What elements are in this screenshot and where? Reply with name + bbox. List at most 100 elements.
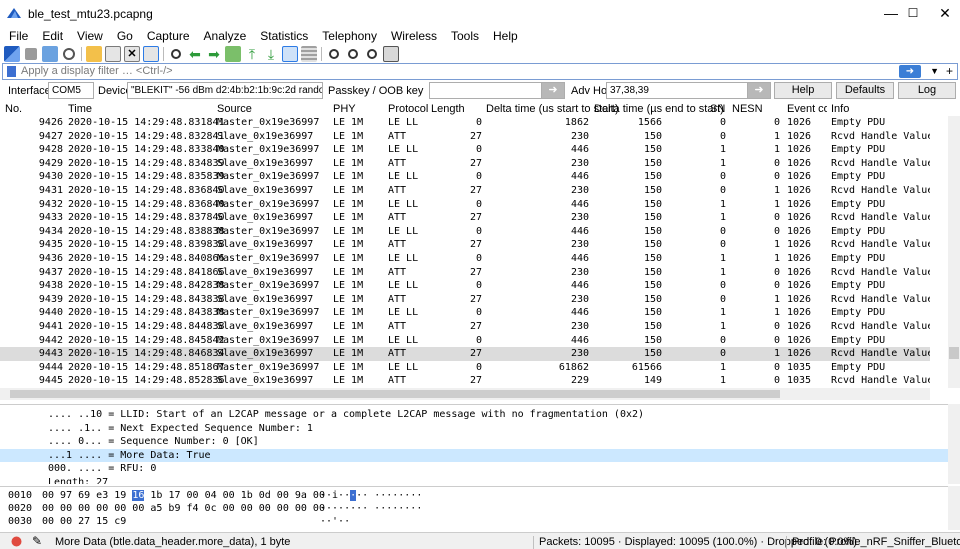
packet-row[interactable]: 9445 2020-10-15 14:29:48.852836 Slave_0x19… [0, 374, 930, 388]
log-button[interactable]: Log [898, 82, 956, 99]
column-header-event-counter[interactable]: Event cour [787, 103, 827, 115]
packet-row[interactable]: 9442 2020-10-15 14:29:48.845842 Master_0x1… [0, 334, 930, 348]
hex-offset[interactable]: 0030 [8, 515, 32, 528]
colorize-icon[interactable] [301, 46, 317, 62]
packet-row[interactable]: 9427 2020-10-15 14:29:48.832841 Slave_0x19… [0, 130, 930, 144]
column-header-sn[interactable]: SN [710, 103, 725, 115]
status-profile[interactable]: Profile: Profile_nRF_Sniffer_Bluetooth_L… [792, 536, 960, 548]
menu-edit[interactable]: Edit [35, 27, 70, 45]
add-filter-icon[interactable]: + [946, 64, 953, 79]
last-packet-icon[interactable]: ⤓ [263, 46, 279, 62]
set-adv-hop-button[interactable]: ➜ [747, 82, 771, 99]
defaults-button[interactable]: Defaults [836, 82, 894, 99]
hex-bytes[interactable]: 00 97 69 e3 19 16 1b 17 00 04 00 1b 0d 0… [42, 489, 325, 502]
packet-row[interactable]: 9438 2020-10-15 14:29:48.842838 Master_0x1… [0, 279, 930, 293]
column-header-protocol[interactable]: Protocol [388, 103, 428, 115]
menu-view[interactable]: View [70, 27, 110, 45]
zoom-in-icon[interactable] [329, 49, 339, 59]
packet-row[interactable]: 9444 2020-10-15 14:29:48.851867 Master_0x1… [0, 361, 930, 375]
packet-row[interactable]: 9436 2020-10-15 14:29:48.840866 Master_0x1… [0, 252, 930, 266]
packet-row[interactable]: 9429 2020-10-15 14:29:48.834839 Slave_0x19… [0, 157, 930, 171]
menu-wireless[interactable]: Wireless [384, 27, 444, 45]
menu-go[interactable]: Go [110, 27, 140, 45]
open-file-icon[interactable] [86, 46, 102, 62]
detail-line[interactable]: ...1 .... = More Data: True [0, 448, 948, 462]
packet-row[interactable]: 9435 2020-10-15 14:29:48.839838 Slave_0x19… [0, 238, 930, 252]
hex-bytes-post[interactable]: 1b 17 00 04 00 1b 0d 00 9a 00 [144, 490, 325, 501]
hex-bytes[interactable]: 00 00 27 15 c9 [42, 515, 126, 528]
save-file-icon[interactable] [105, 46, 121, 62]
reload-file-icon[interactable] [143, 46, 159, 62]
detail-line[interactable]: Length: 27 [0, 476, 948, 485]
interface-select[interactable]: COM5 [48, 82, 94, 99]
close-button[interactable]: ✕ [922, 0, 960, 27]
bytes-scrollbar[interactable] [948, 486, 960, 530]
column-header-nesn[interactable]: NESN [732, 103, 763, 115]
edit-comment-icon[interactable]: ✎ [32, 534, 42, 548]
detail-line[interactable]: .... ..10 = LLID: Start of an L2CAP mess… [0, 408, 948, 422]
column-header-info[interactable]: Info [831, 103, 849, 115]
column-header-phy[interactable]: PHY [333, 103, 356, 115]
packet-row[interactable]: 9434 2020-10-15 14:29:48.838838 Master_0x1… [0, 225, 930, 239]
column-header-source[interactable]: Source [217, 103, 252, 115]
hex-bytes[interactable]: 00 00 00 00 00 00 a5 b9 f4 0c 00 00 00 0… [42, 502, 325, 515]
column-header-length[interactable]: Length [431, 103, 465, 115]
column-header-no[interactable]: No. [5, 103, 22, 115]
capture-options-icon[interactable] [63, 48, 75, 60]
display-filter-input[interactable]: Apply a display filter … <Ctrl-/> [21, 65, 173, 77]
hex-bytes-pre[interactable]: 00 00 27 15 c9 [42, 516, 126, 527]
packet-row[interactable]: 9428 2020-10-15 14:29:48.833840 Master_0x1… [0, 143, 930, 157]
hex-offset[interactable]: 0020 [8, 502, 32, 515]
packet-row[interactable]: 9441 2020-10-15 14:29:48.844838 Slave_0x19… [0, 320, 930, 334]
packet-row[interactable]: 9437 2020-10-15 14:29:48.841866 Slave_0x19… [0, 266, 930, 280]
column-header-time[interactable]: Time [68, 103, 92, 115]
help-button[interactable]: Help [774, 82, 832, 99]
chevron-down-icon[interactable]: ▼ [930, 64, 939, 79]
menu-help[interactable]: Help [486, 27, 525, 45]
menu-statistics[interactable]: Statistics [253, 27, 315, 45]
menu-telephony[interactable]: Telephony [315, 27, 384, 45]
column-header-delta-end[interactable]: Delta time (µs end to start) [594, 103, 724, 115]
start-capture-icon[interactable] [4, 46, 20, 62]
set-passkey-button[interactable]: ➜ [541, 82, 565, 99]
ascii-pre[interactable]: ··i·· [320, 490, 350, 501]
hex-byte-selected[interactable]: 16 [132, 490, 145, 501]
packet-row[interactable]: 9432 2020-10-15 14:29:48.836840 Master_0x1… [0, 198, 930, 212]
ascii-pre[interactable]: ··'·· [320, 516, 350, 527]
autoscroll-icon[interactable] [282, 46, 298, 62]
menu-file[interactable]: File [0, 27, 35, 45]
go-forward-icon[interactable]: ➡ [206, 46, 222, 62]
detail-line[interactable]: .... .1.. = Next Expected Sequence Numbe… [0, 422, 948, 436]
packet-row[interactable]: 9443 2020-10-15 14:29:48.846834 Slave_0x19… [0, 347, 930, 361]
hex-ascii[interactable]: ··i····· ········ [320, 489, 422, 502]
resize-columns-icon[interactable] [383, 46, 399, 62]
hex-bytes-pre[interactable]: 00 97 69 e3 19 [42, 490, 132, 501]
menu-capture[interactable]: Capture [140, 27, 197, 45]
packet-row[interactable]: 9426 2020-10-15 14:29:48.831841 Master_0x1… [0, 116, 930, 130]
packet-row[interactable]: 9430 2020-10-15 14:29:48.835839 Master_0x1… [0, 170, 930, 184]
packet-list-hscroll-thumb[interactable] [10, 390, 780, 398]
packet-row[interactable]: 9439 2020-10-15 14:29:48.843838 Slave_0x19… [0, 293, 930, 307]
ascii-post[interactable]: ·· ········ [356, 490, 422, 501]
find-packet-icon[interactable] [171, 49, 181, 59]
go-back-icon[interactable]: ⬅ [187, 46, 203, 62]
hex-bytes-pre[interactable]: 00 00 00 00 00 00 a5 b9 f4 0c 00 00 00 0… [42, 503, 325, 514]
details-scrollbar[interactable] [948, 404, 960, 484]
ascii-pre[interactable]: ········ ········ [320, 503, 422, 514]
restart-capture-icon[interactable] [42, 46, 58, 62]
hex-offset[interactable]: 0010 [8, 489, 32, 502]
menu-analyze[interactable]: Analyze [197, 27, 254, 45]
hex-ascii[interactable]: ··'·· [320, 515, 350, 528]
bookmark-icon[interactable] [7, 66, 16, 77]
display-filter-bar[interactable]: Apply a display filter … <Ctrl-/> ➜ ▼ + [2, 63, 958, 80]
go-to-packet-icon[interactable] [225, 46, 241, 62]
capture-status-icon[interactable] [11, 536, 22, 547]
device-select[interactable]: "BLEKIT" -56 dBm d2:4b:b2:1b:9c:2d rando… [127, 82, 323, 99]
packet-row[interactable]: 9440 2020-10-15 14:29:48.843838 Master_0x1… [0, 306, 930, 320]
first-packet-icon[interactable]: ⤒ [244, 46, 260, 62]
zoom-reset-icon[interactable] [367, 49, 377, 59]
detail-line[interactable]: 000. .... = RFU: 0 [0, 462, 948, 476]
packet-row[interactable]: 9431 2020-10-15 14:29:48.836840 Slave_0x19… [0, 184, 930, 198]
zoom-out-icon[interactable] [348, 49, 358, 59]
detail-line[interactable]: .... 0... = Sequence Number: 0 [OK] [0, 435, 948, 449]
